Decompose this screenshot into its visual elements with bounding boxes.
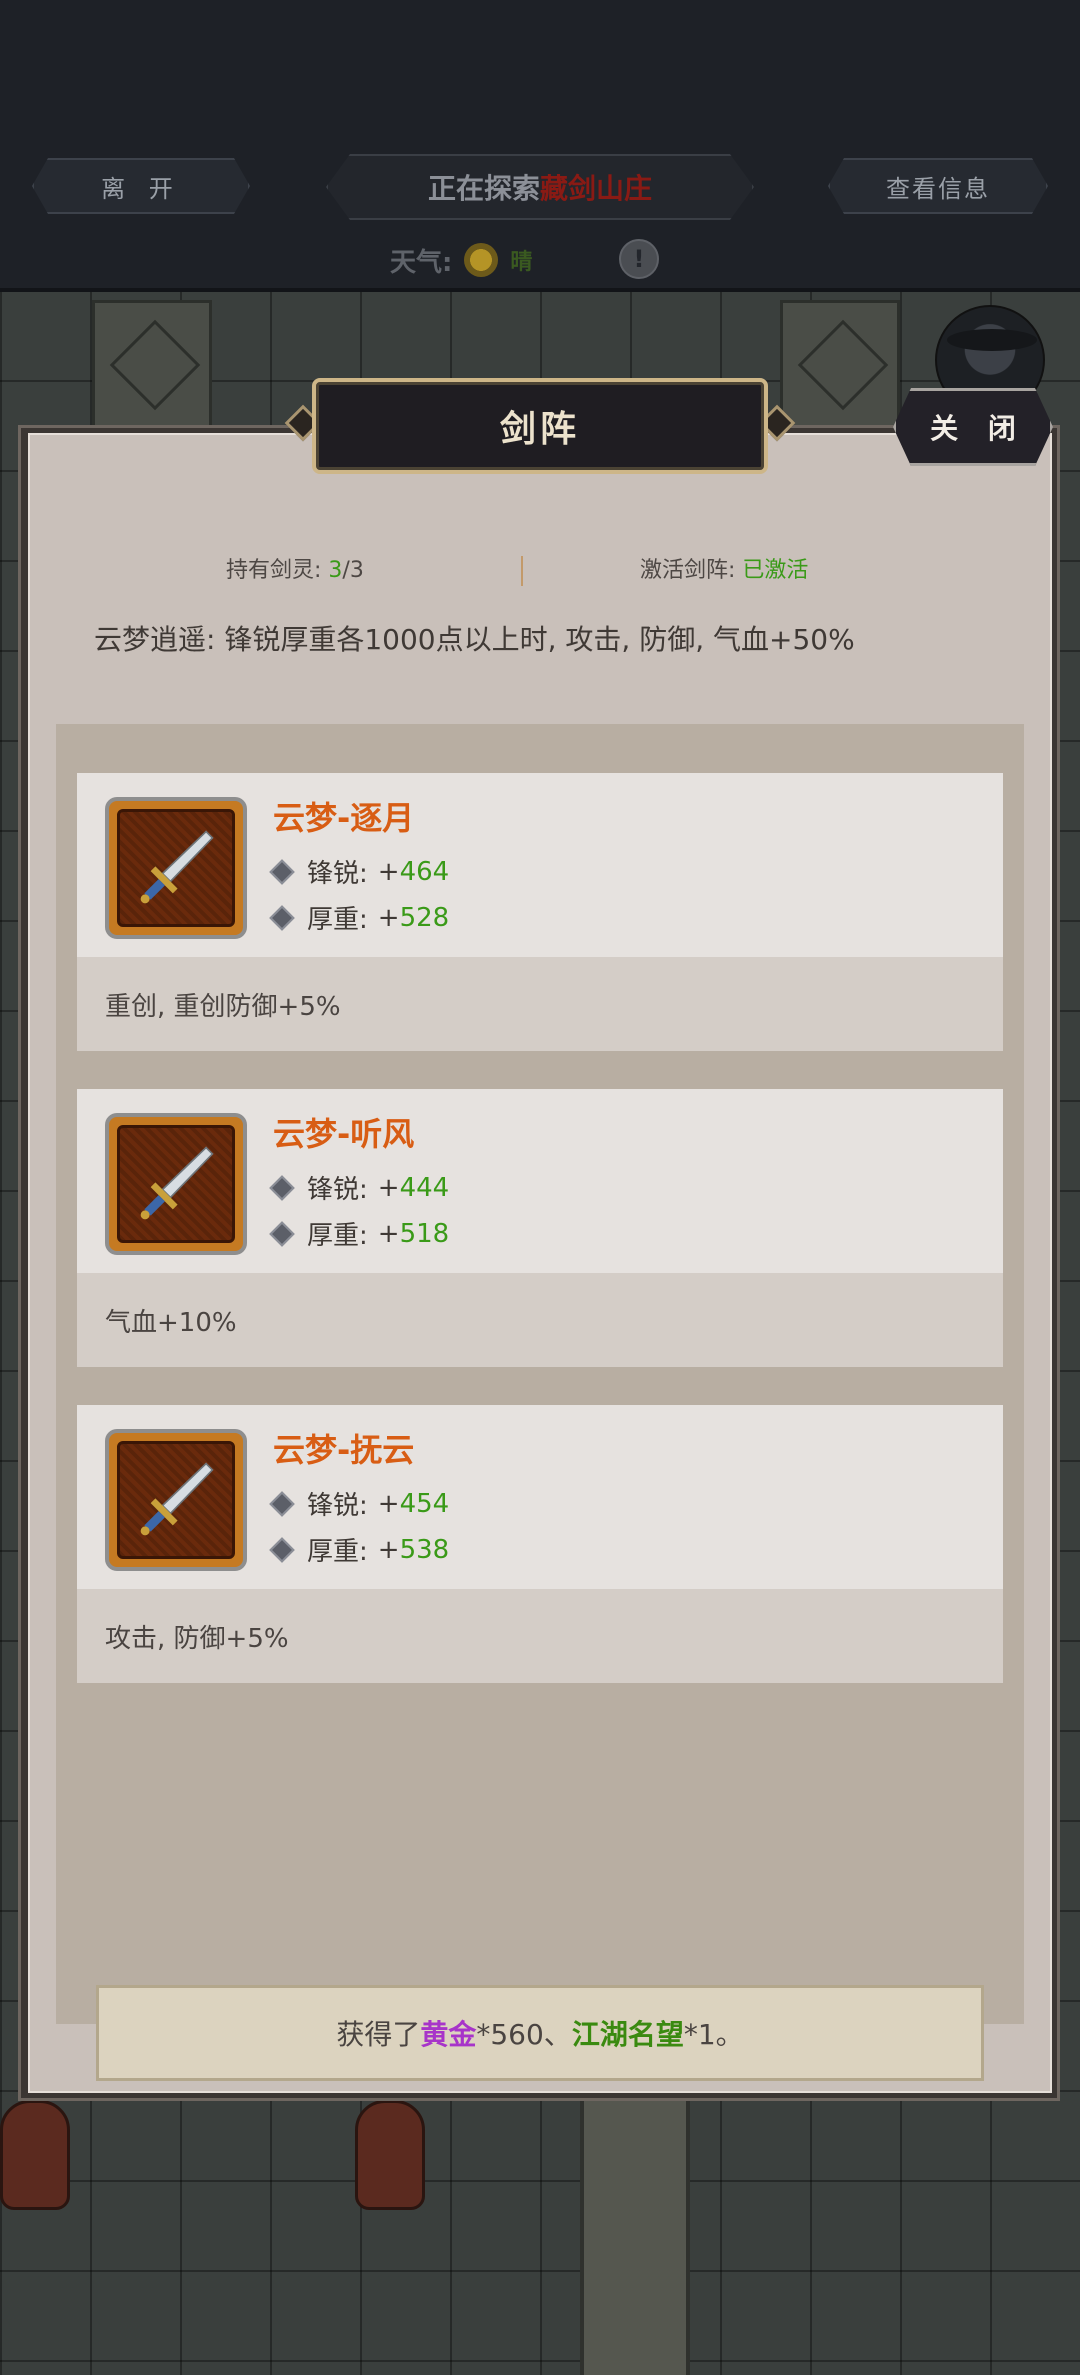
weapon-slot[interactable]: [105, 797, 247, 939]
sword-icon: [117, 809, 235, 927]
diamond-icon: [269, 858, 295, 885]
weapon-slot[interactable]: [105, 1429, 247, 1571]
sharpness-stat: 锋锐: +464: [269, 853, 450, 890]
close-button[interactable]: 关 闭: [893, 388, 1053, 466]
view-info-button[interactable]: 查看信息: [828, 158, 1048, 214]
stat-plus: +: [377, 856, 400, 887]
diamond-icon: [269, 1490, 295, 1517]
sword-effect: 攻击, 防御+5%: [77, 1589, 1003, 1683]
stat-value: 538: [399, 1534, 450, 1565]
held-label: 持有剑灵:: [226, 558, 322, 583]
diamond-icon: [269, 904, 295, 931]
background-carving: [92, 300, 212, 440]
reward-fame-qty: *1。: [683, 2018, 744, 2051]
held-total: /3: [342, 558, 364, 583]
stat-label: 锋锐:: [307, 859, 368, 889]
stat-plus: +: [377, 1534, 400, 1565]
stat-label: 锋锐:: [307, 1491, 368, 1521]
weather-label: 天气:: [390, 247, 453, 278]
sword-card-header: 云梦-听风 锋锐: +444 厚重: +518: [77, 1089, 1003, 1273]
sword-name: 云梦-逐月: [273, 799, 415, 837]
background-carving: [780, 300, 900, 440]
stat-divider: [521, 556, 523, 586]
diamond-icon: [269, 1174, 295, 1201]
reward-fame: 江湖名望: [571, 2018, 684, 2051]
background-urn: [355, 2100, 425, 2210]
background-urn: [0, 2100, 70, 2210]
weather-state: 晴: [510, 250, 533, 275]
diamond-icon: [269, 1220, 295, 1247]
active-label: 激活剑阵:: [640, 558, 736, 583]
stat-label: 锋锐:: [307, 1175, 368, 1205]
stat-plus: +: [377, 1488, 400, 1519]
stat-value: 454: [399, 1488, 450, 1519]
sun-icon: [464, 243, 499, 277]
sword-name: 云梦-抚云: [273, 1431, 415, 1469]
stat-plus: +: [377, 1172, 400, 1203]
reward-message: 获得了 黄金 *560、 江湖名望 *1。: [96, 1985, 984, 2081]
dialog-title: 剑阵: [312, 378, 768, 474]
location-name: 藏剑山庄: [540, 172, 653, 205]
exploring-prefix: 正在探索: [427, 172, 540, 205]
sword-array-status: 激活剑阵: 已激活: [640, 552, 808, 584]
sharpness-stat: 锋锐: +454: [269, 1485, 450, 1522]
stat-value: 528: [399, 902, 450, 933]
stat-label: 厚重:: [307, 1537, 368, 1567]
stat-plus: +: [377, 1218, 400, 1249]
weapon-slot[interactable]: [105, 1113, 247, 1255]
stat-label: 厚重:: [307, 905, 368, 935]
background-column: [580, 2080, 690, 2375]
stat-label: 厚重:: [307, 1221, 368, 1251]
sword-card[interactable]: 云梦-抚云 锋锐: +454 厚重: +538 攻击, 防御+5%: [77, 1405, 1003, 1683]
sharpness-stat: 锋锐: +444: [269, 1169, 450, 1206]
leave-button[interactable]: 离 开: [32, 158, 250, 214]
weight-stat: 厚重: +518: [269, 1215, 450, 1252]
held-current: 3: [328, 558, 343, 583]
diamond-icon: [269, 1536, 295, 1563]
set-effect-description: 云梦逍遥: 锋锐厚重各1000点以上时, 攻击, 防御, 气血+50%: [94, 623, 855, 656]
sword-card[interactable]: 云梦-听风 锋锐: +444 厚重: +518 气血+10%: [77, 1089, 1003, 1367]
active-value: 已激活: [742, 558, 809, 583]
stat-plus: +: [377, 902, 400, 933]
weight-stat: 厚重: +538: [269, 1531, 450, 1568]
sword-card-header: 云梦-逐月 锋锐: +464 厚重: +528: [77, 773, 1003, 957]
alert-icon[interactable]: !: [619, 239, 659, 279]
reward-prefix: 获得了: [336, 2018, 421, 2051]
sword-icon: [117, 1441, 235, 1559]
sword-effect: 重创, 重创防御+5%: [77, 957, 1003, 1051]
weather-indicator: 天气: 晴: [390, 238, 532, 282]
top-bar: 离 开 正在探索 藏剑山庄 查看信息 天气: 晴 !: [0, 0, 1080, 292]
sword-card[interactable]: 云梦-逐月 锋锐: +464 厚重: +528 重创, 重创防御+5%: [77, 773, 1003, 1051]
stat-value: 464: [399, 856, 450, 887]
stat-value: 444: [399, 1172, 450, 1203]
stat-value: 518: [399, 1218, 450, 1249]
sword-icon: [117, 1125, 235, 1243]
held-sword-spirits: 持有剑灵: 3/3: [226, 552, 364, 584]
exploring-location-title: 正在探索 藏剑山庄: [326, 154, 754, 220]
reward-gold-qty: *560、: [476, 2018, 572, 2051]
weight-stat: 厚重: +528: [269, 899, 450, 936]
sword-card-header: 云梦-抚云 锋锐: +454 厚重: +538: [77, 1405, 1003, 1589]
sword-name: 云梦-听风: [273, 1115, 415, 1153]
sword-effect: 气血+10%: [77, 1273, 1003, 1367]
reward-gold: 黄金: [420, 2018, 477, 2051]
